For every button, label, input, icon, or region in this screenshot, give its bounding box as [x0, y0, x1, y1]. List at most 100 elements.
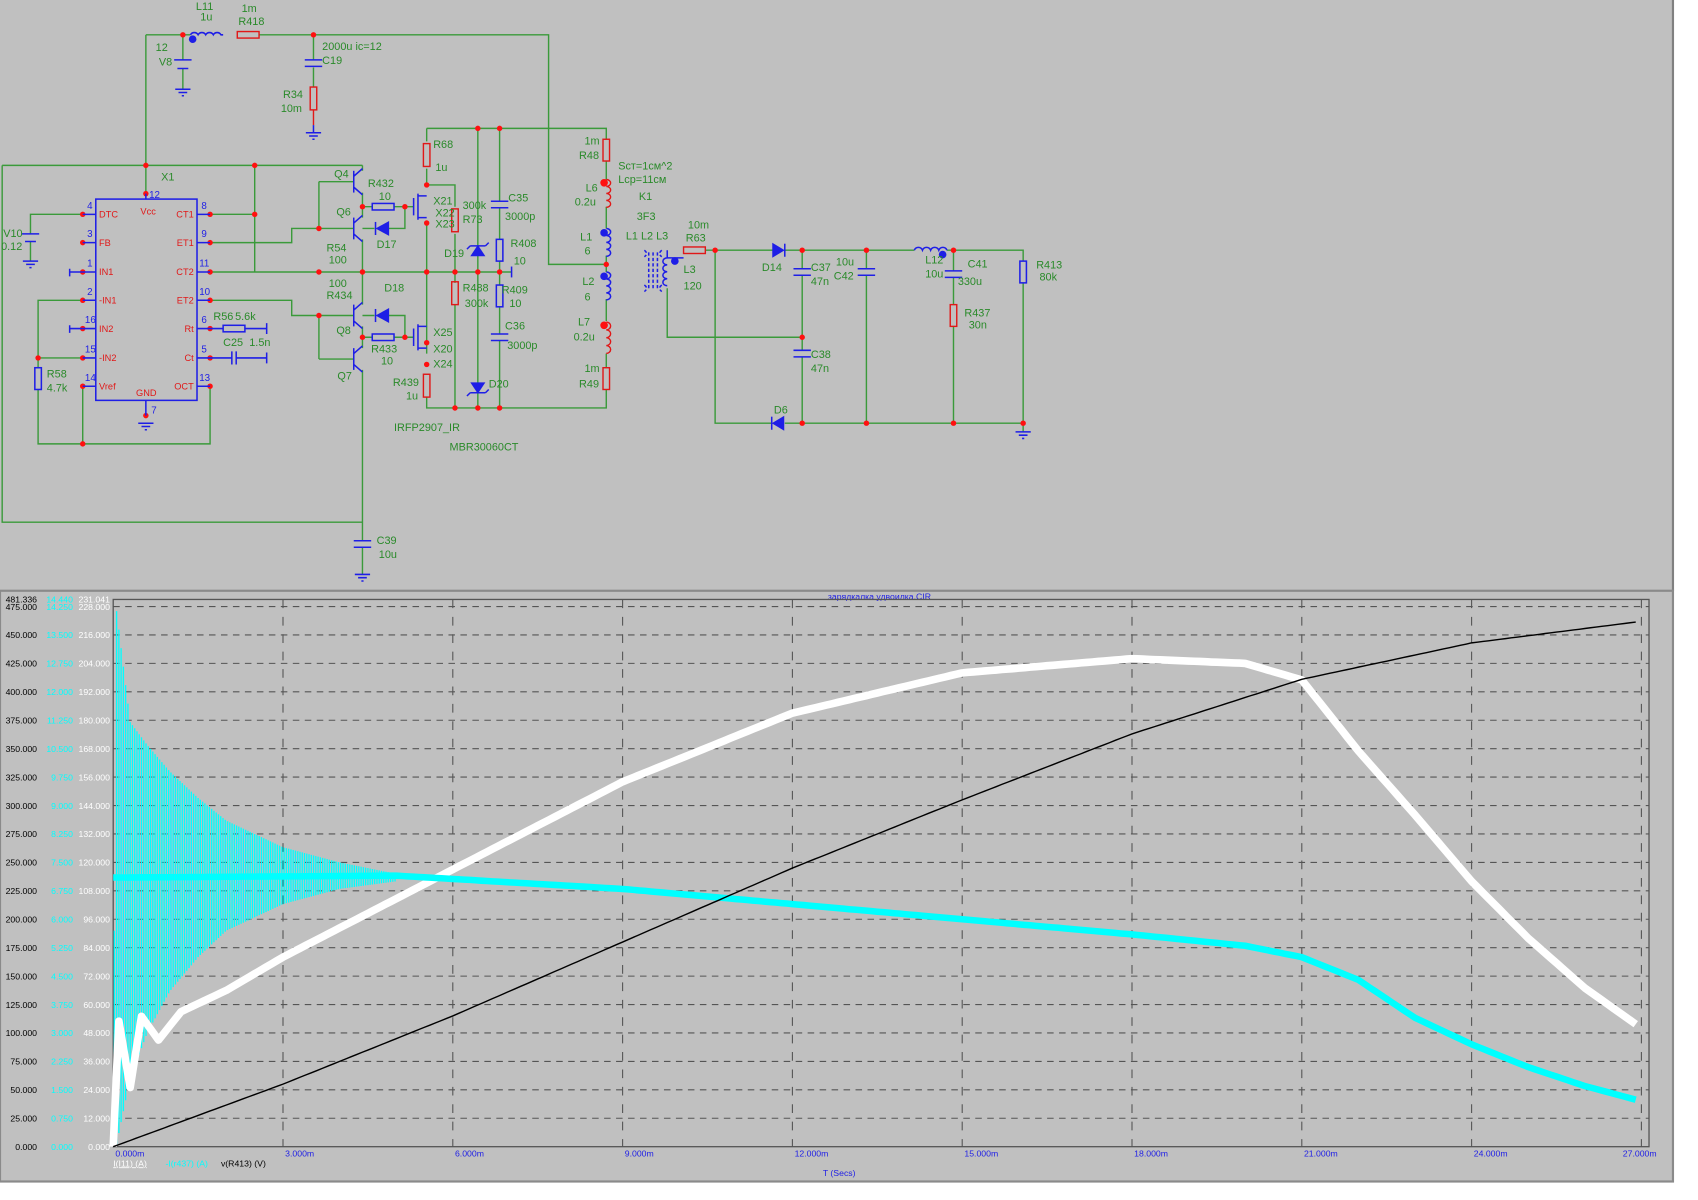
pin-label-et1: ET1 [177, 238, 194, 248]
label-v10-value: 0.12 [1, 241, 22, 253]
label-c25: C25 [223, 337, 243, 349]
y-tick-label: 204.000 [79, 659, 111, 669]
label-c37-value: 47n [811, 276, 829, 288]
x-tick-label: 24.000m [1474, 1148, 1508, 1158]
y-tick-label: 50.000 [10, 1085, 37, 1095]
label-r433-value: 10 [381, 355, 393, 367]
y-tick-label: 60.000 [83, 1000, 110, 1010]
pin-label-oct: OCT [174, 381, 194, 391]
label-c41: C41 [968, 259, 988, 271]
y-tick-label: 400.000 [6, 687, 38, 697]
label-l2-value: 6 [585, 291, 591, 303]
label-r58: R58 [47, 369, 67, 381]
label-l7-value: 0.2u [574, 332, 595, 344]
y-tick-label: 192.000 [79, 687, 111, 697]
legend-i-i11[interactable]: I(I11) (A) [113, 1158, 147, 1168]
label-c38-value: 47n [811, 363, 829, 375]
label-r433: R433 [371, 343, 397, 355]
y-tick-label: 300.000 [6, 801, 38, 811]
pin-num: 12 [149, 190, 160, 201]
label-r56: R56 [213, 311, 233, 323]
y-tick-label: 8.250 [51, 829, 73, 839]
pin-num: 3 [87, 229, 93, 240]
y-tick-label: 100.000 [6, 1028, 38, 1038]
label-r68: R68 [433, 139, 453, 151]
label-d20: D20 [489, 378, 509, 390]
plot-panel[interactable] [0, 589, 1675, 1183]
label-c38: C38 [811, 349, 831, 361]
label-r408: R408 [510, 238, 536, 250]
label-x23: X23 [435, 218, 454, 230]
y-tick-label: 120.000 [79, 858, 111, 868]
label-c35-value: 3000p [505, 211, 535, 223]
label-d18: D18 [384, 283, 404, 295]
label-q4: Q4 [334, 168, 349, 180]
y-tick-label: 96.000 [83, 915, 110, 925]
y-tick-label: 3.000 [51, 1028, 73, 1038]
y-tick-label: 12.000 [83, 1114, 110, 1124]
pin-label-rt: Rt [184, 324, 194, 334]
y-tick-label: 375.000 [6, 716, 38, 726]
label-r54: R54 [327, 242, 347, 254]
y-tick-label: 2.250 [51, 1057, 73, 1067]
label-v8-value: 12 [156, 42, 168, 54]
y-tick-label: 144.000 [79, 801, 111, 811]
y-tick-label: 3.750 [51, 1000, 73, 1010]
label-x25: X25 [433, 327, 452, 339]
label-r409-value: 10 [509, 298, 521, 310]
label-c36: C36 [505, 321, 525, 333]
label-c35: C35 [508, 192, 528, 204]
pin-label-ct1: CT1 [176, 210, 193, 220]
y-tick-label: 6.000 [51, 915, 73, 925]
pin-num: 6 [201, 315, 207, 326]
y-tick-label: 250.000 [6, 858, 38, 868]
label-v8: V8 [159, 56, 172, 68]
pin-label-minus-in1: -IN1 [99, 296, 116, 306]
label-r418: R418 [238, 16, 264, 28]
legend-v-r413[interactable]: v(R413) (V) [221, 1158, 266, 1168]
label-k1: K1 [639, 191, 652, 203]
label-c37: C37 [811, 262, 831, 274]
y-tick-label: 150.000 [6, 971, 38, 981]
label-l11-value: 1u [200, 12, 212, 24]
y-tick-label: 425.000 [6, 659, 38, 669]
pin-label-et2: ET2 [177, 296, 194, 306]
y-tick-label: 132.000 [79, 829, 111, 839]
label-k1-windings: L1 L2 L3 [626, 230, 668, 242]
label-l6-value: 0.2u [575, 197, 596, 209]
label-r48-value: 1m [585, 136, 600, 148]
y-tick-label: 216.000 [79, 630, 111, 640]
label-l1: L1 [580, 231, 592, 243]
pin-num: 10 [199, 287, 210, 298]
y-tick-label: 12.000 [46, 687, 73, 697]
label-r439: R439 [393, 377, 419, 389]
pin-label-vref: Vref [99, 381, 116, 391]
label-d6: D6 [774, 404, 788, 416]
label-k1-material: 3F3 [637, 211, 656, 223]
label-c42: C42 [834, 271, 854, 283]
label-irfp2907: IRFP2907_IR [394, 422, 460, 434]
y-tick-label: 4.500 [51, 971, 73, 981]
pin-label-minus-in2: -IN2 [99, 353, 116, 363]
pin-num: 11 [199, 259, 209, 270]
label-r34: R34 [283, 89, 303, 101]
label-r432: R432 [368, 178, 394, 190]
x-tick-label: 12.000m [795, 1148, 829, 1158]
y-tick-label: 156.000 [79, 772, 111, 782]
y-tick-label: 48.000 [83, 1028, 110, 1038]
label-d14: D14 [762, 262, 782, 274]
y-axis-max-label: 14.440 [46, 595, 73, 605]
label-c19: C19 [322, 55, 342, 67]
schematic-canvas[interactable] [0, 0, 1673, 591]
x-tick-label: 21.000m [1304, 1148, 1338, 1158]
label-q6: Q6 [336, 206, 351, 218]
y-tick-label: 350.000 [6, 744, 38, 754]
label-c41-value: 330u [958, 276, 982, 288]
label-mbr30060ct: MBR30060CT [450, 441, 519, 453]
legend-i-r437[interactable]: -I(r437) (A) [165, 1158, 208, 1168]
label-d17: D17 [377, 239, 397, 251]
label-r413: R413 [1036, 260, 1062, 272]
label-l3: L3 [684, 264, 696, 276]
y-tick-label: 7.500 [51, 858, 73, 868]
y-tick-label: 200.000 [6, 915, 38, 925]
